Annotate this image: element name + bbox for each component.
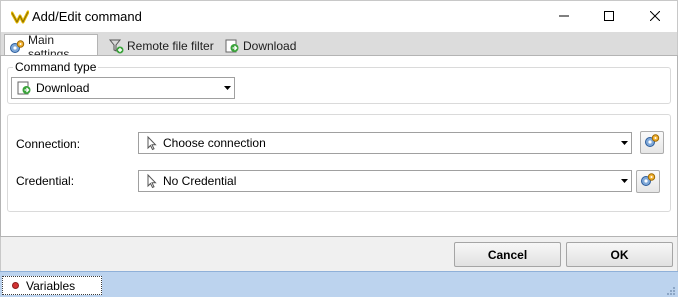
close-button[interactable] [632, 1, 678, 32]
cancel-button[interactable]: Cancel [454, 242, 561, 267]
cursor-pointer-icon [143, 135, 159, 151]
ok-button[interactable]: OK [566, 242, 673, 267]
download-icon [224, 38, 240, 54]
minimize-icon [559, 10, 569, 24]
tab-download-label: Download [243, 39, 297, 53]
command-type-value: Download [36, 81, 90, 95]
close-icon [649, 10, 661, 24]
connection-settings-button[interactable] [640, 131, 664, 154]
chevron-down-icon [220, 78, 234, 98]
tab-download[interactable]: Download [220, 35, 300, 57]
filter-add-icon [108, 38, 124, 54]
download-icon [16, 80, 32, 96]
connection-label: Connection: [16, 137, 81, 151]
connection-value: Choose connection [163, 136, 266, 150]
chevron-down-icon [617, 133, 631, 153]
maximize-button[interactable] [586, 1, 632, 32]
tab-remote-file-filter[interactable]: Remote file filter [104, 35, 216, 57]
credential-select[interactable]: No Credential [138, 170, 632, 192]
resize-grip-icon[interactable] [666, 285, 676, 295]
app-logo-icon [10, 10, 30, 24]
connection-select[interactable]: Choose connection [138, 132, 632, 154]
gear-settings-icon [644, 133, 660, 152]
command-type-legend: Command type [13, 60, 99, 74]
chevron-down-icon [617, 171, 631, 191]
gear-settings-icon [9, 39, 25, 55]
credential-value: No Credential [163, 174, 237, 188]
credential-settings-button[interactable] [636, 170, 660, 193]
variables-icon [12, 282, 19, 289]
connection-group [7, 114, 671, 212]
minimize-button[interactable] [541, 1, 587, 32]
credential-label: Credential: [16, 174, 75, 188]
cursor-pointer-icon [143, 173, 159, 189]
window-title: Add/Edit command [32, 9, 142, 24]
dialog-footer: Cancel OK [0, 237, 678, 271]
command-type-select[interactable]: Download [11, 77, 235, 99]
title-bar: Add/Edit command [0, 0, 678, 32]
variables-label: Variables [26, 278, 76, 293]
tab-strip: Main settings Remote file filter Downloa… [0, 32, 678, 61]
variables-button[interactable]: Variables [2, 276, 102, 295]
tab-remote-file-filter-label: Remote file filter [127, 39, 214, 53]
gear-settings-icon [640, 172, 656, 191]
maximize-icon [604, 10, 614, 24]
status-bar: Variables [0, 271, 678, 297]
